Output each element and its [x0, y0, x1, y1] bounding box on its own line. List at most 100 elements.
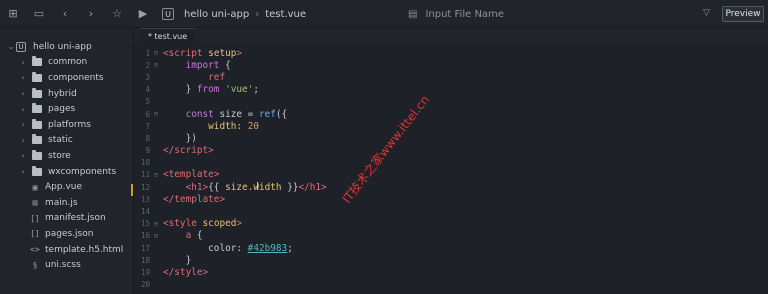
chevron-right-icon: ›	[21, 120, 25, 130]
js-file-icon: ▤	[32, 198, 38, 208]
code-text: })	[163, 132, 197, 144]
folder-label: wxcomponents	[48, 166, 117, 177]
line-number: 20	[140, 280, 150, 290]
tree-folder-hybrid[interactable]: › hybrid	[0, 86, 133, 102]
code-line: 1 ⊟ <script setup>	[134, 47, 768, 59]
code-line: 13 </template>	[134, 193, 768, 205]
code-line: 9 </script>	[134, 145, 768, 157]
code-line: 17 color: #42b983;	[134, 242, 768, 254]
new-file-icon[interactable]: ⊞	[0, 0, 26, 28]
chevron-right-icon: ›	[21, 151, 25, 161]
code-text: </style>	[163, 266, 209, 278]
fold-icon[interactable]: ⊟	[152, 49, 160, 57]
fold-icon[interactable]: ⊟	[152, 220, 160, 228]
star-icon[interactable]: ☆	[104, 0, 130, 28]
line-number: 14	[140, 207, 150, 217]
tree-root[interactable]: ⌄ U hello uni-app	[0, 39, 133, 55]
tree-folder-platforms[interactable]: › platforms	[0, 117, 133, 133]
tree-file-main-js[interactable]: ▤ main.js	[0, 195, 133, 211]
fold-icon[interactable]: ⊟	[152, 171, 160, 179]
back-icon[interactable]: ‹	[52, 0, 78, 28]
tree-folder-store[interactable]: › store	[0, 148, 133, 164]
tree-file-uni-scss[interactable]: § uni.scss	[0, 257, 133, 273]
tree-root-label: hello uni-app	[33, 41, 92, 52]
folder-icon	[32, 87, 42, 98]
folder-label: static	[48, 135, 73, 146]
tree-folder-static[interactable]: › static	[0, 133, 133, 149]
code-line: 7 width: 20	[134, 120, 768, 132]
breadcrumb-project[interactable]: hello uni-app	[184, 9, 249, 20]
folder-label: components	[48, 72, 104, 83]
fold-icon[interactable]: ⊟	[152, 110, 160, 118]
line-number: 18	[140, 255, 150, 265]
file-label: manifest.json	[45, 213, 106, 224]
code-line: 8 })	[134, 132, 768, 144]
tab-test-vue[interactable]: * test.vue	[140, 28, 196, 44]
code-text: <h1>{{ size.width }}</h1>	[185, 181, 327, 193]
file-label: uni.scss	[45, 260, 81, 271]
code-text: </script>	[163, 145, 214, 157]
folder-label: store	[48, 150, 71, 161]
line-number: 1	[145, 48, 150, 58]
chevron-right-icon: ›	[21, 135, 25, 145]
code-text: } from 'vue';	[163, 84, 259, 96]
tree-file-app-vue[interactable]: ▣ App.vue	[0, 179, 133, 195]
line-number: 7	[145, 121, 150, 131]
project-explorer: ⌄ U hello uni-app › common › components › h…	[0, 28, 134, 294]
tree-folder-common[interactable]: › common	[0, 55, 133, 71]
folder-icon	[32, 103, 42, 114]
filter-icon[interactable]: ▽	[703, 8, 710, 18]
editor-tabbar: * test.vue	[134, 28, 768, 44]
color-value[interactable]: #42b983	[248, 243, 288, 254]
fold-icon[interactable]: ⊟	[152, 232, 160, 240]
line-number: 10	[140, 158, 150, 168]
breadcrumb-file[interactable]: test.vue	[265, 9, 306, 20]
line-number: 12	[140, 182, 150, 192]
save-icon[interactable]: ▭	[26, 0, 52, 28]
line-number: 6	[145, 109, 150, 119]
tree-folder-wxcomponents[interactable]: › wxcomponents	[0, 164, 133, 180]
tree-folder-pages[interactable]: › pages	[0, 101, 133, 117]
html-file-icon: <>	[30, 245, 40, 255]
vue-file-icon: ▣	[32, 182, 38, 192]
code-line: 19 </style>	[134, 266, 768, 278]
tree-file-template-html[interactable]: <> template.h5.html	[0, 242, 133, 258]
forward-icon[interactable]: ›	[78, 0, 104, 28]
code-line: 15 ⊟ <style scoped>	[134, 218, 768, 230]
tree-file-manifest-json[interactable]: [] manifest.json	[0, 211, 133, 227]
project-icon: U	[16, 41, 26, 52]
code-editor[interactable]: 1 ⊟ <script setup> 2 ⊟ import { 3 ref 4 } f…	[134, 44, 768, 294]
code-text: const size = ref({	[185, 108, 288, 120]
file-input-icon: ▤	[408, 8, 418, 20]
tree-folder-components[interactable]: › components	[0, 70, 133, 86]
code-text: <style scoped>	[163, 218, 243, 230]
line-number: 11	[140, 170, 150, 180]
chevron-right-icon: ›	[21, 73, 25, 83]
code-text: </template>	[163, 193, 226, 205]
code-text: width: 20	[208, 120, 259, 132]
line-number: 8	[145, 133, 150, 143]
folder-icon	[32, 118, 42, 129]
code-line: 5	[134, 96, 768, 108]
tree-file-pages-json[interactable]: [] pages.json	[0, 226, 133, 242]
folder-label: hybrid	[48, 88, 77, 99]
chevron-right-icon: ›	[255, 8, 260, 20]
code-line: 18 }	[134, 254, 768, 266]
preview-button[interactable]: Preview	[722, 6, 764, 22]
code-line: 11 ⊟ <template>	[134, 169, 768, 181]
file-label: App.vue	[45, 182, 83, 193]
line-number: 4	[145, 85, 150, 95]
code-text: a {	[185, 230, 203, 242]
fold-icon[interactable]: ⊟	[152, 61, 160, 69]
file-label: template.h5.html	[45, 244, 124, 255]
code-line: 14	[134, 205, 768, 217]
code-text: }	[163, 254, 192, 266]
line-number: 9	[145, 146, 150, 156]
folder-icon	[32, 149, 42, 160]
file-name-input[interactable]: ▤ Input File Name	[408, 6, 708, 22]
line-number: 15	[140, 219, 150, 229]
code-line: 6 ⊟ const size = ref({	[134, 108, 768, 120]
text-cursor-icon: I	[256, 180, 260, 193]
chevron-right-icon: ›	[21, 167, 25, 177]
run-icon[interactable]: ▶	[130, 0, 156, 28]
